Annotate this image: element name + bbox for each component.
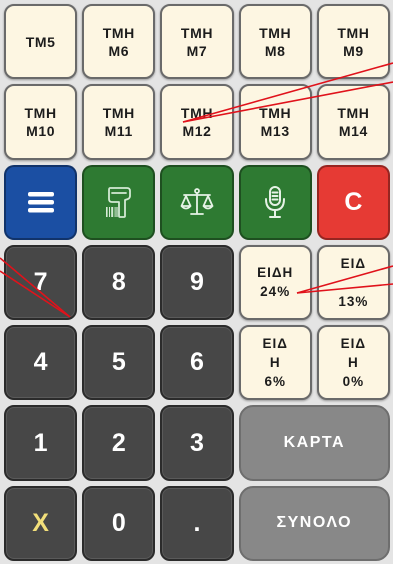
key-label: Μ9 xyxy=(343,42,364,59)
key-label: 7 xyxy=(33,267,48,296)
menu-button[interactable] xyxy=(4,164,78,240)
key-label: Μ12 xyxy=(182,122,212,139)
key-label: ΤΜΗ xyxy=(259,24,292,41)
key-label: ΕΙΔΗ xyxy=(257,265,294,281)
key-label: ΤΜΗ xyxy=(102,104,135,121)
department-key-m10[interactable]: ΤΜΗ Μ10 xyxy=(4,84,78,160)
key-label: ΕΙΔ xyxy=(340,255,367,271)
scale-outline xyxy=(180,188,214,216)
key-label: Μ11 xyxy=(104,122,133,139)
department-key-m12[interactable]: ΤΜΗ Μ12 xyxy=(160,84,234,160)
digit-7-key[interactable]: 7 xyxy=(4,244,78,321)
department-key-m13[interactable]: ΤΜΗ Μ13 xyxy=(238,84,312,160)
digit-4-key[interactable]: 4 xyxy=(4,325,78,401)
decimal-point-key[interactable]: . xyxy=(160,485,234,561)
key-label: ΤΜΗ xyxy=(102,24,135,41)
digit-8-key[interactable]: 8 xyxy=(82,244,156,321)
key-label: Μ7 xyxy=(186,42,208,59)
key-label: Μ13 xyxy=(260,122,290,139)
digit-9-key[interactable]: 9 xyxy=(160,244,234,321)
key-label: 0 xyxy=(111,508,126,537)
clear-label: C xyxy=(344,187,363,216)
total-button[interactable]: ΣΥΝΟΛΟ xyxy=(238,485,390,561)
key-label: Η xyxy=(269,355,281,371)
key-label: ΤΜΗ xyxy=(180,104,214,121)
department-key-m8[interactable]: ΤΜΗ Μ8 xyxy=(238,4,312,80)
key-label: Μ6 xyxy=(108,42,130,59)
key-label: 3 xyxy=(190,428,204,457)
clear-button[interactable]: C xyxy=(316,164,390,240)
key-label: Μ10 xyxy=(26,122,56,139)
key-label: ΕΙΔ xyxy=(340,336,367,352)
department-key-m7[interactable]: ΤΜΗ Μ7 xyxy=(160,4,234,80)
key-label: 0% xyxy=(342,374,365,390)
department-key-m9[interactable]: ΤΜΗ Μ9 xyxy=(316,4,390,80)
key-label: ΕΙΔ xyxy=(262,336,288,352)
digit-6-key[interactable]: 6 xyxy=(160,325,234,401)
scale-icon xyxy=(180,188,214,216)
vat-key-0[interactable]: ΕΙΔ Η 0% xyxy=(316,325,390,401)
department-key-m11[interactable]: ΤΜΗ Μ11 xyxy=(82,84,156,160)
department-key-tm5[interactable]: ΤΜ5 xyxy=(4,4,78,80)
card-payment-button[interactable]: ΚΑΡΤΑ xyxy=(238,405,390,481)
microphone-outline xyxy=(265,186,286,219)
key-label: 4 xyxy=(33,348,48,377)
microphone-icon xyxy=(265,186,286,219)
menu-icon-bar xyxy=(27,208,54,213)
vat-key-13[interactable]: ΕΙΔ 13% xyxy=(316,244,390,321)
key-label: 8 xyxy=(111,267,126,296)
key-label: ΤΜΗ xyxy=(337,104,370,121)
key-label: . xyxy=(193,508,201,537)
key-label: 5 xyxy=(111,348,126,377)
key-label: 13% xyxy=(338,293,369,309)
key-label: ΤΜΗ xyxy=(180,24,214,41)
total-label: ΣΥΝΟΛΟ xyxy=(276,514,353,532)
multiply-key[interactable]: X xyxy=(4,485,78,561)
menu-icon xyxy=(27,192,54,213)
key-label: ΤΜΗ xyxy=(337,24,370,41)
digit-0-key[interactable]: 0 xyxy=(82,485,156,561)
key-label: 6 xyxy=(190,348,204,377)
digit-5-key[interactable]: 5 xyxy=(82,325,156,401)
vat-key-6[interactable]: ΕΙΔ Η 6% xyxy=(238,325,312,401)
department-key-m6[interactable]: ΤΜΗ Μ6 xyxy=(82,4,156,80)
key-label: 6% xyxy=(264,374,286,390)
key-label: 24% xyxy=(260,284,291,300)
key-label: Μ14 xyxy=(338,122,368,139)
barcode-scan-button[interactable] xyxy=(82,164,156,240)
barcode-scanner-icon xyxy=(105,187,131,219)
pos-keypad: ΤΜ5 ΤΜΗ Μ6 ΤΜΗ Μ7 ΤΜΗ Μ8 ΤΜΗ Μ9 ΤΜΗ Μ10 … xyxy=(0,0,393,564)
menu-icon-bar xyxy=(27,200,54,205)
digit-1-key[interactable]: 1 xyxy=(4,405,78,481)
department-key-m14[interactable]: ΤΜΗ Μ14 xyxy=(316,84,390,160)
digit-3-key[interactable]: 3 xyxy=(160,405,234,481)
voice-input-button[interactable] xyxy=(238,164,312,240)
key-label: ΤΜΗ xyxy=(259,104,292,121)
card-label: ΚΑΡΤΑ xyxy=(283,434,345,452)
scale-button[interactable] xyxy=(160,164,234,240)
key-label: 2 xyxy=(111,428,126,457)
key-label: ΤΜΗ xyxy=(24,104,57,121)
key-label: X xyxy=(32,508,49,537)
vat-key-24[interactable]: ΕΙΔΗ 24% xyxy=(238,244,312,321)
barcode-lines xyxy=(105,207,118,218)
key-label: Μ8 xyxy=(264,42,286,59)
key-label: Η xyxy=(348,355,359,371)
key-label: 9 xyxy=(190,267,204,296)
key-label: ΤΜ5 xyxy=(25,33,56,50)
digit-2-key[interactable]: 2 xyxy=(82,405,156,481)
key-label: 1 xyxy=(33,428,48,457)
menu-icon-bar xyxy=(27,192,54,197)
